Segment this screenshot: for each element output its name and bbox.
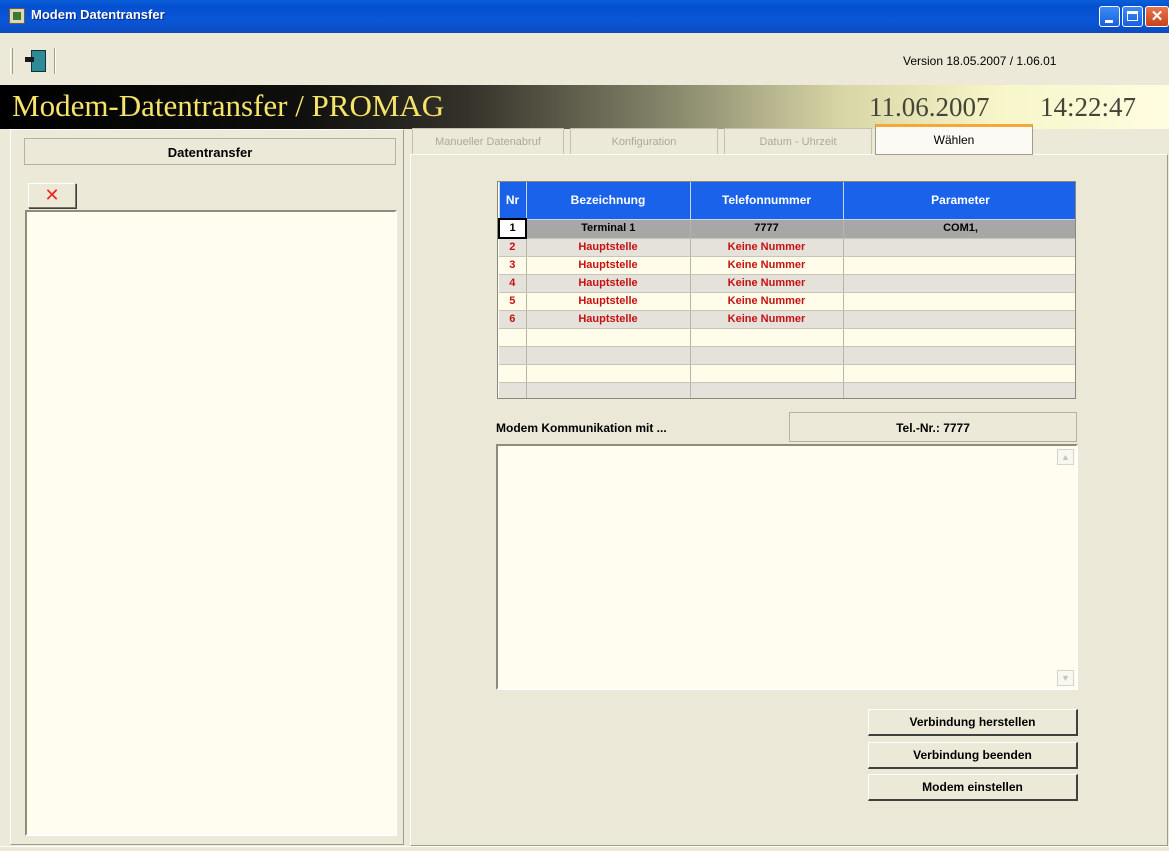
close-button[interactable]: ✕ <box>1145 6 1169 27</box>
modem-log-textarea[interactable] <box>496 444 1078 690</box>
cell-name: Terminal 1 <box>526 219 691 239</box>
table-row[interactable]: 1 Terminal 1 7777 COM1, <box>498 218 1075 239</box>
cell-parameter <box>843 274 1075 293</box>
cell-nr: 4 <box>499 274 527 293</box>
table-row[interactable]: 6 Hauptstelle Keine Nummer <box>499 310 1075 329</box>
cell-nr: 6 <box>499 310 527 329</box>
column-header-name[interactable]: Bezeichnung <box>525 182 691 220</box>
cell-parameter <box>843 256 1075 275</box>
exit-arrow-icon <box>25 57 34 62</box>
connect-button[interactable]: Verbindung herstellen <box>868 709 1078 736</box>
tab-date-time[interactable]: Datum - Uhrzeit <box>724 128 872 154</box>
column-header-phone[interactable]: Telefonnummer <box>689 182 844 220</box>
table-row[interactable]: 3 Hauptstelle Keine Nummer <box>499 256 1075 275</box>
tab-dial[interactable]: Wählen <box>875 124 1033 155</box>
table-row[interactable]: 5 Hauptstelle Keine Nummer <box>499 292 1075 311</box>
tab-manual-data[interactable]: Manueller Datenabruf <box>412 128 564 154</box>
tab-configuration[interactable]: Konfiguration <box>570 128 718 154</box>
cell-nr: 1 <box>498 218 527 239</box>
table-row[interactable]: 4 Hauptstelle Keine Nummer <box>499 274 1075 293</box>
table-row-empty[interactable] <box>499 346 1075 365</box>
delete-x-icon: ✕ <box>44 185 60 205</box>
column-header-nr[interactable]: Nr <box>498 182 527 220</box>
close-icon: ✕ <box>1150 8 1164 25</box>
column-header-parameter[interactable]: Parameter <box>842 182 1075 220</box>
cell-parameter: COM1, <box>843 219 1075 239</box>
left-panel-title: Datentransfer <box>24 138 396 165</box>
terminal-table[interactable]: Nr Bezeichnung Telefonnummer Parameter 1… <box>497 181 1076 399</box>
date-display: 11.06.2007 <box>869 92 990 122</box>
phone-number-display: Tel.-Nr.: 7777 <box>789 412 1077 442</box>
scroll-down-icon[interactable]: ▼ <box>1057 670 1074 686</box>
cell-phone: Keine Nummer <box>690 292 844 311</box>
cell-name: Hauptstelle <box>526 292 691 311</box>
version-label: Version 18.05.2007 / 1.06.01 <box>903 54 1057 68</box>
cell-nr: 3 <box>499 256 527 275</box>
toolbar-grip[interactable] <box>10 48 13 74</box>
minimize-button[interactable] <box>1099 6 1120 27</box>
table-row[interactable]: 2 Hauptstelle Keine Nummer <box>499 238 1075 257</box>
table-row-empty[interactable] <box>499 328 1075 347</box>
transfer-list[interactable] <box>25 210 397 836</box>
app-icon <box>9 8 25 24</box>
cell-parameter <box>843 238 1075 257</box>
cell-phone: 7777 <box>690 219 844 239</box>
disconnect-button[interactable]: Verbindung beenden <box>868 742 1078 769</box>
time-display: 14:22:47 <box>1040 92 1137 122</box>
cell-phone: Keine Nummer <box>690 310 844 329</box>
title-bar[interactable] <box>0 0 1169 33</box>
app-title: Modem-Datentransfer / PROMAG <box>12 88 445 123</box>
maximize-button[interactable] <box>1122 6 1143 27</box>
cell-name: Hauptstelle <box>526 274 691 293</box>
cell-nr: 2 <box>499 238 527 257</box>
cell-parameter <box>843 310 1075 329</box>
cell-parameter <box>843 292 1075 311</box>
window-title: Modem Datentransfer <box>31 7 165 22</box>
exit-button[interactable] <box>22 48 52 75</box>
modem-setup-button[interactable]: Modem einstellen <box>868 774 1078 801</box>
cell-phone: Keine Nummer <box>690 256 844 275</box>
cell-name: Hauptstelle <box>526 310 691 329</box>
cell-name: Hauptstelle <box>526 238 691 257</box>
toolbar-separator <box>54 48 56 74</box>
status-strip <box>0 846 1169 851</box>
cell-name: Hauptstelle <box>526 256 691 275</box>
table-row-empty[interactable] <box>499 364 1075 383</box>
cell-nr: 5 <box>499 292 527 311</box>
delete-button[interactable]: ✕ <box>28 183 76 208</box>
scroll-up-icon[interactable]: ▲ <box>1057 449 1074 465</box>
modem-communication-label: Modem Kommunikation mit ... <box>496 421 667 435</box>
cell-phone: Keine Nummer <box>690 274 844 293</box>
table-row-empty[interactable] <box>499 382 1075 398</box>
cell-phone: Keine Nummer <box>690 238 844 257</box>
table-header-row: Nr Bezeichnung Telefonnummer Parameter <box>498 182 1075 220</box>
